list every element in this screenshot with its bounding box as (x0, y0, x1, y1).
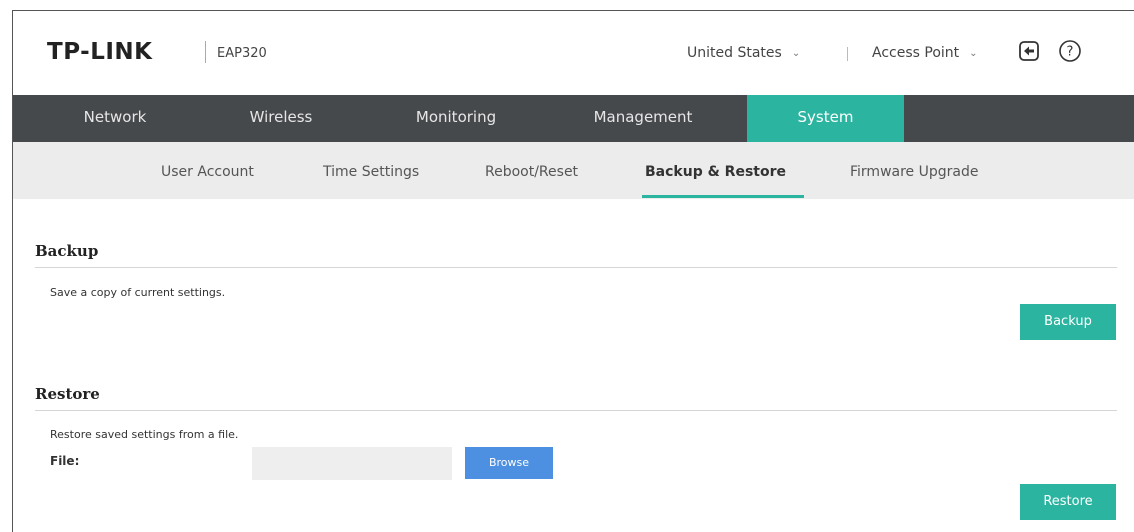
help-icon[interactable]: ? (1057, 38, 1083, 64)
file-label: File: (50, 454, 80, 468)
backup-button[interactable]: Backup (1020, 304, 1116, 340)
subtab-user-account[interactable]: User Account (161, 164, 254, 180)
tab-wireless[interactable]: Wireless (231, 95, 331, 142)
tab-management[interactable]: Management (583, 95, 703, 142)
restore-description: Restore saved settings from a file. (50, 428, 239, 441)
file-path-input[interactable] (252, 447, 452, 480)
browse-button[interactable]: Browse (465, 447, 553, 479)
backup-description: Save a copy of current settings. (50, 286, 226, 299)
app-frame: TP-LINK EAP320 United States ⌄ Access Poi… (12, 10, 1134, 532)
tab-system[interactable]: System (747, 95, 904, 142)
logo-divider (205, 41, 206, 63)
header: TP-LINK EAP320 United States ⌄ Access Poi… (13, 11, 1134, 95)
tab-monitoring[interactable]: Monitoring (401, 95, 511, 142)
restore-section-title: Restore (35, 385, 100, 403)
brand-logo: TP-LINK (47, 39, 153, 65)
main-nav: Network Wireless Monitoring Management S… (13, 95, 1134, 142)
active-subtab-indicator (642, 195, 804, 198)
chevron-down-icon: ⌄ (969, 48, 978, 59)
sub-nav: User Account Time Settings Reboot/Reset … (13, 142, 1134, 199)
header-divider (847, 47, 848, 61)
svg-text:?: ? (1067, 45, 1074, 60)
region-select-value: United States (687, 45, 782, 61)
logout-icon[interactable] (1016, 38, 1042, 64)
model-name: EAP320 (217, 46, 267, 61)
subtab-firmware-upgrade[interactable]: Firmware Upgrade (850, 164, 978, 180)
backup-section-title: Backup (35, 242, 99, 260)
mode-select-value: Access Point (872, 45, 960, 61)
restore-section-divider (35, 410, 1117, 411)
region-select[interactable]: United States ⌄ (687, 45, 800, 61)
tab-network[interactable]: Network (65, 95, 165, 142)
subtab-time-settings[interactable]: Time Settings (323, 164, 419, 180)
subtab-reboot-reset[interactable]: Reboot/Reset (485, 164, 578, 180)
mode-select[interactable]: Access Point ⌄ (872, 45, 978, 61)
subtab-backup-restore[interactable]: Backup & Restore (645, 164, 786, 180)
backup-section-divider (35, 267, 1117, 268)
chevron-down-icon: ⌄ (791, 48, 801, 59)
restore-button[interactable]: Restore (1020, 484, 1116, 520)
